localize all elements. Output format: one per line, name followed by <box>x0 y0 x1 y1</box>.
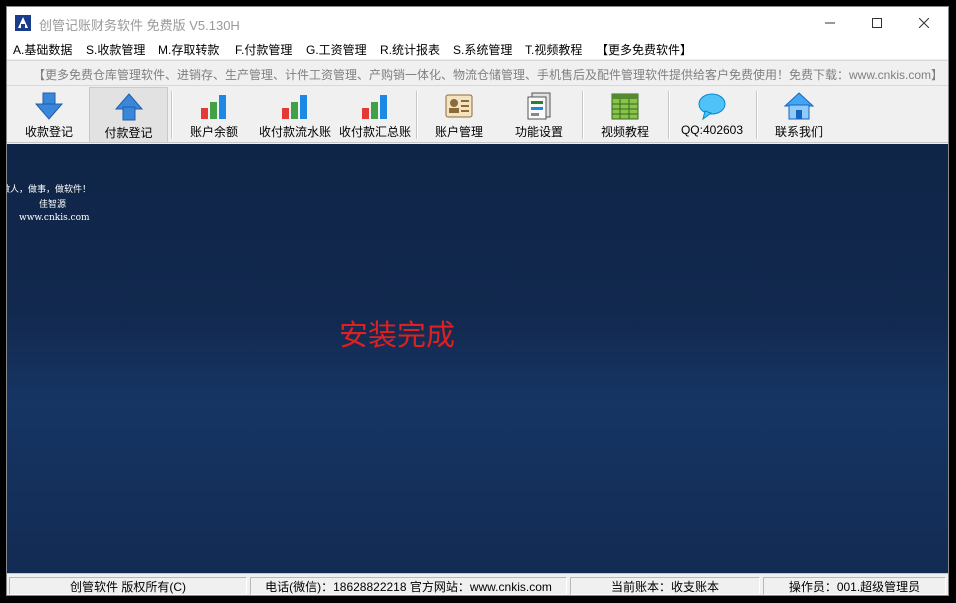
bar-chart-icon <box>282 95 307 119</box>
settings-doc-icon <box>527 92 551 120</box>
menu-more-free[interactable]: 【更多免费软件】 <box>596 41 692 58</box>
menu-transfers[interactable]: M.存取转款 <box>158 41 219 58</box>
contact-us-button[interactable]: 联系我们 <box>761 87 837 143</box>
toolbar-label: 账户余额 <box>189 125 238 139</box>
status-account: 当前账本：收支账本 <box>570 577 760 595</box>
function-settings-button[interactable]: 功能设置 <box>501 87 577 143</box>
arrow-up-icon <box>114 93 143 121</box>
title-bar: 创管记账财务软件 免费版 V5.130H <box>7 7 948 39</box>
receipt-entry-button[interactable]: 收款登记 <box>9 87 89 143</box>
status-copyright: 创管软件 版权所有(C) <box>9 577 247 595</box>
contact-card-icon <box>445 94 473 118</box>
toolbar-separator <box>756 91 758 139</box>
install-complete-message: 安装完成 <box>339 320 456 352</box>
arrow-down-icon <box>34 92 64 120</box>
status-contact: 电话(微信)：18628822218 官方网站：www.cnkis.com <box>250 577 567 595</box>
toolbar-label: 账户管理 <box>434 125 483 139</box>
menu-system[interactable]: S.系统管理 <box>453 41 512 58</box>
status-bar: 创管软件 版权所有(C) 电话(微信)：18628822218 官方网站：www… <box>7 573 948 595</box>
promo-banner: 【更多免费仓库管理软件、进销存、生产管理、计件工资管理、产购销一体化、物流仓储管… <box>7 60 948 86</box>
motto-text: 做人，做事，做软件！ <box>7 185 92 195</box>
payment-entry-button[interactable]: 付款登记 <box>89 87 168 143</box>
toolbar-label: 功能设置 <box>514 125 563 139</box>
motto-author: 佳智源 <box>39 200 67 210</box>
toolbar-label: 付款登记 <box>104 126 153 140</box>
menu-payroll[interactable]: G.工资管理 <box>306 41 367 58</box>
qq-contact-button[interactable]: QQ:402603 <box>673 87 751 143</box>
account-balance-button[interactable]: 账户余额 <box>177 87 251 143</box>
toolbar-label: 收付款流水账 <box>258 125 331 139</box>
chat-bubble-icon <box>698 93 726 121</box>
toolbar-label: QQ:402603 <box>680 123 744 137</box>
menu-receipts[interactable]: S.收款管理 <box>86 41 145 58</box>
app-logo-icon <box>15 15 31 31</box>
toolbar-label: 联系我们 <box>774 125 823 139</box>
menu-basic-data[interactable]: A.基础数据 <box>13 41 72 58</box>
close-button[interactable] <box>901 7 947 39</box>
maximize-icon <box>872 18 882 28</box>
toolbar-label: 收付款汇总账 <box>338 125 411 139</box>
app-window: 创管记账财务软件 免费版 V5.130H A.基础数据 S.收款管理 M.存取转… <box>6 6 949 596</box>
account-management-button[interactable]: 账户管理 <box>421 87 497 143</box>
menu-payments[interactable]: F.付款管理 <box>235 41 292 58</box>
motto-website: www.cnkis.com <box>19 213 90 223</box>
cash-journal-button[interactable]: 收付款流水账 <box>255 87 335 143</box>
window-title: 创管记账财务软件 免费版 V5.130H <box>39 18 240 33</box>
video-tutorial-button[interactable]: 视频教程 <box>587 87 663 143</box>
promo-text: 【更多免费仓库管理软件、进销存、生产管理、计件工资管理、产购销一体化、物流仓储管… <box>33 68 944 82</box>
menu-bar: A.基础数据 S.收款管理 M.存取转款 F.付款管理 G.工资管理 R.统计报… <box>7 39 948 59</box>
home-icon <box>783 92 815 120</box>
cash-summary-button[interactable]: 收付款汇总账 <box>335 87 415 143</box>
menu-reports[interactable]: R.统计报表 <box>380 41 440 58</box>
maximize-button[interactable] <box>854 7 900 39</box>
toolbar-label: 收款登记 <box>24 125 73 139</box>
toolbar-separator <box>171 91 173 139</box>
toolbar: 收款登记 付款登记 账户余额 收付款流水账 收付款汇总账 账户管理 功能设置 视… <box>7 87 948 143</box>
bar-chart-icon <box>362 95 387 119</box>
minimize-button[interactable] <box>807 7 853 39</box>
toolbar-separator <box>582 91 584 139</box>
toolbar-label: 视频教程 <box>600 125 649 139</box>
close-icon <box>919 18 929 28</box>
menu-video[interactable]: T.视频教程 <box>525 41 582 58</box>
spreadsheet-icon <box>611 93 639 120</box>
bar-chart-icon <box>201 95 226 119</box>
main-workspace: 做人，做事，做软件！ 佳智源 www.cnkis.com 安装完成 <box>7 144 948 573</box>
toolbar-separator <box>668 91 670 139</box>
status-operator: 操作员：001.超级管理员 <box>763 577 946 595</box>
minimize-icon <box>825 22 835 24</box>
toolbar-separator <box>416 91 418 139</box>
